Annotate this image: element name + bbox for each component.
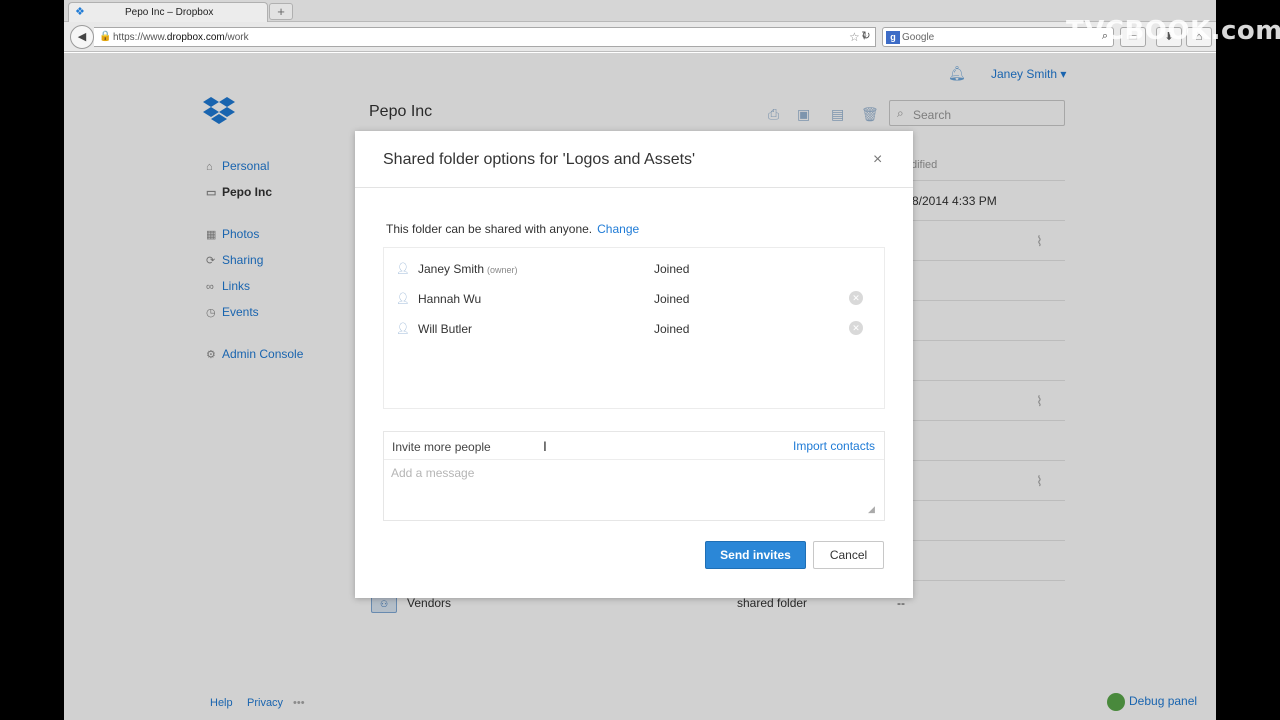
invite-input[interactable]: Invite more people I Import contacts [384,432,884,460]
lock-icon: 🔒 [99,31,112,42]
url-text: https://www.dropbox.com/work [113,32,249,43]
owner-tag: (owner) [487,265,518,275]
remove-member-icon[interactable]: ✕ [849,321,863,335]
reload-icon[interactable]: ↻ [856,27,876,47]
dialog-header: Shared folder options for 'Logos and Ass… [355,131,913,188]
member-name: Hannah Wu [418,292,482,306]
cancel-button[interactable]: Cancel [813,541,884,569]
sharing-policy-text: This folder can be shared with anyone. [386,222,593,236]
send-invites-button[interactable]: Send invites [705,541,806,569]
search-engine-label: Google [902,32,935,43]
import-contacts-link[interactable]: Import contacts [793,439,875,453]
member-row: 👤︎ Will Butler Joined ✕ [384,313,884,343]
member-status: Joined [654,292,690,306]
sharing-policy: This folder can be shared with anyone. Ch… [386,222,639,236]
message-field[interactable]: Add a message [391,466,474,480]
back-button[interactable]: ◀ [70,25,94,49]
members-list: 👤︎ Janey Smith (owner) Joined 👤︎ Hannah W… [383,247,885,409]
shared-folder-options-dialog: Shared folder options for 'Logos and Ass… [355,131,913,598]
address-bar[interactable]: 🔒 https://www.dropbox.com/work ☆ ▾ [94,27,876,47]
google-icon: g [886,31,900,44]
video-letterbox [1216,0,1280,720]
member-name: Will Butler [418,322,473,336]
new-tab-button[interactable]: + [269,3,293,20]
tab-bar: ❖ Pepo Inc – Dropbox + [64,0,1216,22]
user-icon: 👤︎ [396,323,410,335]
navigation-bar: ◀ 🔒 https://www.dropbox.com/work ☆ ▾ ↻ g… [64,22,1216,52]
member-status: Joined [654,322,690,336]
close-icon[interactable]: × [873,151,882,169]
browser-tab[interactable]: ❖ Pepo Inc – Dropbox [68,2,268,22]
tab-title: Pepo Inc – Dropbox [125,7,214,18]
browser-window: ❖ Pepo Inc – Dropbox + ◀ 🔒 https://www.d… [64,0,1216,720]
remove-member-icon[interactable]: ✕ [849,291,863,305]
member-row: 👤︎ Janey Smith (owner) Joined [384,253,884,283]
member-name: Janey Smith (owner) [418,262,518,276]
dialog-title: Shared folder options for 'Logos and Ass… [383,151,696,168]
member-row: 👤︎ Hannah Wu Joined ✕ [384,283,884,313]
invite-placeholder: Invite more people [392,440,491,454]
change-policy-link[interactable]: Change [597,222,639,236]
text-cursor-icon: I [543,438,547,454]
member-status: Joined [654,262,690,276]
user-icon: 👤︎ [396,293,410,305]
watermark: TVCBOOK.com [1066,16,1280,46]
resize-handle-icon[interactable]: ◢ [868,504,875,515]
user-icon: 👤︎ [396,263,410,275]
dropbox-favicon-icon: ❖ [75,6,85,18]
invite-box: Invite more people I Import contacts Add… [383,431,885,521]
